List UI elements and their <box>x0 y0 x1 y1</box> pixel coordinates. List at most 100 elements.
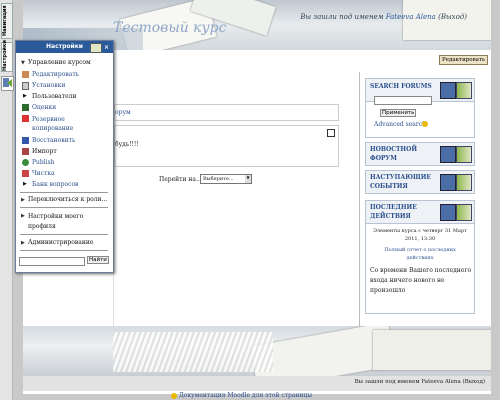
recent-since-line1: Элементы курса с четверг 31 Март <box>373 228 467 234</box>
backup-icon <box>22 115 29 122</box>
dock-tab-navigation[interactable]: Навигация <box>1 3 13 39</box>
block-header: НАСТУПАЮЩИЕ СОБЫТИЯ <box>366 171 474 193</box>
settings-panel-title: Настройки <box>46 43 84 50</box>
collapsed-arrow-icon: ▶ <box>21 197 25 203</box>
edit-mode-button[interactable]: Редактировать <box>438 55 488 65</box>
jump-to-label: Перейти на... <box>159 176 202 183</box>
login-prefix: Вы зашли под именем <box>300 13 384 21</box>
show-section-icon[interactable] <box>327 129 335 137</box>
expanded-arrow-icon: ▼ <box>21 60 25 66</box>
reset-icon <box>22 170 29 177</box>
help-icon[interactable] <box>422 121 428 127</box>
recent-since-line2: 2011, 13:30 <box>404 236 436 242</box>
undock-icon[interactable] <box>90 43 102 53</box>
settings-item-backup-line2: копирование <box>32 125 74 132</box>
advanced-search-link[interactable]: Advanced search <box>374 121 426 128</box>
block-header: ПОСЛЕДНИЕ ДЕЙСТВИЯ <box>366 201 474 224</box>
settings-item-users[interactable]: ▶ Пользователи <box>23 93 76 100</box>
dock-bar: Навигация Настройки <box>0 0 14 400</box>
chevron-down-icon: ▼ <box>245 175 251 183</box>
upcoming-events-block: НАСТУПАЮЩИЕ СОБЫТИЯ <box>365 170 475 194</box>
collapsed-arrow-icon: ▶ <box>21 240 25 246</box>
block-icon <box>440 174 456 191</box>
logout-link[interactable]: (Выход) <box>438 13 467 21</box>
block-header: НОВОСТНОЙ ФОРУМ <box>366 143 474 165</box>
jump-to-select[interactable]: Выберите... ▼ <box>200 174 252 184</box>
nothing-new-text: Со времени Вашего последнего входа ничег… <box>370 266 471 296</box>
grades-icon <box>22 104 29 111</box>
settings-item-grades[interactable]: Оценки <box>22 104 56 111</box>
search-forums-button[interactable]: Применить <box>380 109 417 117</box>
block-title-line2: СОБЫТИЯ <box>370 183 408 190</box>
settings-item-publish[interactable]: Publish <box>22 159 55 166</box>
recent-activity-block: ПОСЛЕДНИЕ ДЕЙСТВИЯ Элементы курса с четв… <box>365 200 475 314</box>
block-title-line1: ПОСЛЕДНИЕ <box>370 204 417 211</box>
block-icon <box>440 82 456 99</box>
dock-block-icon[interactable] <box>456 204 472 221</box>
recent-since: Элементы курса с четверг 31 Март 2011, 1… <box>366 227 474 243</box>
my-profile-line2: профиля <box>28 223 56 230</box>
divider <box>20 207 108 208</box>
section-box-top: орум <box>114 104 339 121</box>
section-box: будь!!!! <box>114 125 339 167</box>
edit-icon <box>22 71 29 78</box>
settings-item-settings[interactable]: Установки <box>22 82 65 90</box>
full-report-link[interactable]: Полный отчет о последних действиях <box>366 246 474 262</box>
dock-block-icon[interactable] <box>456 82 472 99</box>
dock-block-icon[interactable] <box>456 174 472 191</box>
site-admin-link[interactable]: Администрирование <box>28 239 93 246</box>
nothing-new-line3: произошло <box>370 287 406 294</box>
nothing-new-line1: Со времени Вашего последнего <box>370 267 472 274</box>
course-title: Тестовый курс <box>113 20 227 36</box>
restore-icon <box>22 137 29 144</box>
settings-item-question-bank[interactable]: ▶ Банк вопросов <box>23 181 78 188</box>
settings-item-edit[interactable]: Редактировать <box>22 71 79 78</box>
block-icon <box>440 146 456 163</box>
settings-item-import[interactable]: Импорт <box>22 148 57 155</box>
users-icon: ▶ <box>23 93 27 99</box>
settings-item-reset[interactable]: Чистка <box>22 170 55 177</box>
dock-block-icon[interactable] <box>456 146 472 163</box>
settings-item-backup[interactable]: Резервное копирование <box>22 115 74 133</box>
settings-icon <box>22 82 29 90</box>
info-icon <box>171 392 177 399</box>
settings-item-restore[interactable]: Восстановить <box>22 137 75 144</box>
settings-search-input[interactable] <box>19 257 85 266</box>
login-info: Вы зашли под именем Fateeva Alena (Выход… <box>300 13 467 21</box>
full-report-line1: Полный отчет о последних <box>384 247 456 253</box>
moodle-docs-text: Документация Moodle для этой страницы <box>178 392 313 399</box>
settings-panel: Настройки × ▼ Управление курсом Редактир… <box>15 40 114 273</box>
footer-banner <box>23 326 491 376</box>
moodle-docs-link[interactable]: Документация Moodle для этой страницы <box>171 392 312 399</box>
divider <box>20 234 108 235</box>
dock-add-icon[interactable] <box>1 76 14 91</box>
dock-tab-settings[interactable]: Настройки <box>1 40 13 72</box>
divider <box>20 250 108 251</box>
course-admin-heading[interactable]: Управление курсом <box>28 59 91 66</box>
jump-to-select-value: Выберите... <box>203 176 234 182</box>
settings-panel-header: Настройки × <box>16 41 113 53</box>
block-title-line2: ДЕЙСТВИЯ <box>370 213 411 220</box>
collapsed-arrow-icon: ▶ <box>21 213 25 219</box>
block-title-line2: ФОРУМ <box>370 155 397 162</box>
my-profile-line1: Настройки моего <box>28 213 84 220</box>
nothing-new-line2: входа ничего нового не <box>370 277 445 284</box>
user-link[interactable]: Fateeva Alena <box>386 13 436 21</box>
search-forums-input[interactable] <box>374 96 432 105</box>
my-profile-settings-link[interactable]: Настройки моего профиля <box>28 212 83 232</box>
block-icon <box>440 204 456 221</box>
block-title-line1: НОВОСТНОЙ <box>370 146 417 153</box>
block-title-line1: НАСТУПАЮЩИЕ <box>370 174 431 181</box>
publish-icon <box>22 159 29 166</box>
news-forum-block: НОВОСТНОЙ ФОРУМ <box>365 142 475 166</box>
settings-search-button[interactable]: Найти <box>87 256 109 264</box>
close-icon[interactable]: × <box>104 42 109 54</box>
news-forum-link[interactable]: орум <box>115 109 131 116</box>
question-bank-icon: ▶ <box>23 181 27 187</box>
search-forums-block: SEARCH FORUMS Применить Advanced search <box>365 78 475 138</box>
switch-role-link[interactable]: Переключиться к роли... <box>28 196 107 203</box>
section-summary: будь!!!! <box>115 141 139 148</box>
center-column: орум будь!!!! Перейти на... Выберите... … <box>113 72 360 326</box>
footer-login-info: Вы зашли под именем Fateeva Alena (Выход… <box>354 379 485 385</box>
divider <box>20 192 108 193</box>
